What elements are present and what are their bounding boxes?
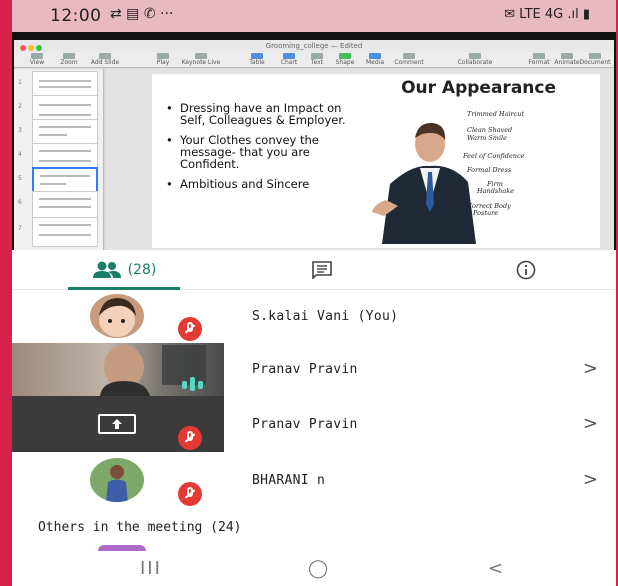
chat-icon <box>312 261 332 279</box>
annotation: Feel of Confidence <box>463 152 525 160</box>
participant-screen-share <box>12 396 224 452</box>
participant-row[interactable]: Pranav Pravin > <box>12 396 616 452</box>
annotation: Handshake <box>477 187 515 195</box>
annotation: Trimmed Haircut <box>467 110 525 118</box>
annotation: Clean Shaved <box>467 126 513 134</box>
thumb-number: 4 <box>18 151 22 158</box>
thumb-number: 6 <box>18 199 22 206</box>
status-time: 12:00 <box>50 6 102 26</box>
meeting-tabs: (28) <box>12 250 616 290</box>
keynote-titlebar: Grooming_college — Edited <box>14 40 614 52</box>
tab-people[interactable]: (28) <box>68 250 180 290</box>
participant-tile <box>12 290 224 343</box>
tab-info[interactable] <box>506 250 546 290</box>
participant-row[interactable]: BHARANI n > <box>12 452 616 508</box>
chevron-right-icon[interactable]: > <box>583 469 598 490</box>
back-button[interactable]: < <box>488 558 503 579</box>
slide-bullets: Dressing have an Impact on Self, Colleag… <box>166 102 366 198</box>
participant-name: BHARANI n <box>252 473 326 488</box>
notification-icons: ⇄ ▤ ✆ ··· <box>110 6 174 22</box>
annotation: Posture <box>473 209 499 217</box>
toolbar-comment: Comment <box>388 53 430 66</box>
participant-name: S.kalai Vani (You) <box>252 309 399 324</box>
thumb-number: 7 <box>18 225 22 232</box>
mic-off-icon <box>178 426 202 450</box>
phone-screen: 12:00 ⇄ ▤ ✆ ··· ✉ LTE 4G .ıl ▮ Grooming_… <box>12 0 616 586</box>
chevron-right-icon[interactable]: > <box>583 413 598 434</box>
participant-video <box>12 343 224 396</box>
slide-title: Our Appearance <box>401 78 556 98</box>
chevron-right-icon[interactable]: > <box>583 358 598 379</box>
toolbar-keynote-live: Keynote Live <box>180 53 222 66</box>
tab-chat[interactable] <box>292 250 352 290</box>
bullet-item: Dressing have an Impact on Self, Colleag… <box>166 102 366 126</box>
annotation: Warm Smile <box>467 134 507 142</box>
info-icon <box>516 260 536 280</box>
slide-thumbnail <box>32 217 98 247</box>
mic-off-icon <box>178 317 202 341</box>
toolbar-collaborate: Collaborate <box>454 53 496 66</box>
participant-row[interactable]: S.kalai Vani (You) <box>12 290 616 343</box>
window-title: Grooming_college — Edited <box>265 42 363 50</box>
toolbar-document: Document <box>574 53 616 66</box>
recents-button[interactable]: III <box>140 558 162 579</box>
toolbar-play: Play <box>142 53 184 66</box>
thumb-number: 1 <box>18 79 22 86</box>
participant-tile <box>12 452 224 506</box>
keynote-toolbar: View Zoom Add Slide Play Keynote Live Ta… <box>14 52 614 68</box>
avatar <box>90 294 144 338</box>
speaking-indicator <box>180 377 208 391</box>
people-icon <box>92 261 121 278</box>
android-nav-bar: III ◯ < <box>12 551 616 586</box>
status-bar: 12:00 ⇄ ▤ ✆ ··· ✉ LTE 4G .ıl ▮ <box>12 0 616 32</box>
avatar <box>90 458 144 502</box>
thumb-number: 2 <box>18 103 22 110</box>
present-screen-icon <box>98 414 136 434</box>
participant-name: Pranav Pravin <box>252 417 358 432</box>
participant-row[interactable]: Pranav Pravin > <box>12 343 616 396</box>
slide: Our Appearance Dressing have an Impact o… <box>152 74 600 248</box>
bullet-item: Your Clothes convey the message- that yo… <box>166 134 366 170</box>
others-heading: Others in the meeting (24) <box>38 520 242 535</box>
keynote-window: Grooming_college — Edited View Zoom Add … <box>14 40 614 250</box>
participant-count: (28) <box>127 262 157 278</box>
businessman-illustration <box>372 122 476 244</box>
home-button[interactable]: ◯ <box>308 558 328 579</box>
bullet-item: Ambitious and Sincere <box>166 178 366 190</box>
system-status-icons: ✉ LTE 4G .ıl ▮ <box>504 7 590 22</box>
shared-screen[interactable]: Grooming_college — Edited View Zoom Add … <box>12 32 616 282</box>
toolbar-add-slide: Add Slide <box>84 53 126 66</box>
slide-navigator: 1 2 3 4 5 6 7 <box>14 69 104 250</box>
annotation: Formal Dress <box>467 166 512 174</box>
thumb-number: 5 <box>18 175 22 182</box>
mic-off-icon <box>178 482 202 506</box>
slide-canvas: Our Appearance Dressing have an Impact o… <box>106 69 614 250</box>
participant-name: Pranav Pravin <box>252 362 358 377</box>
thumb-number: 3 <box>18 127 22 134</box>
